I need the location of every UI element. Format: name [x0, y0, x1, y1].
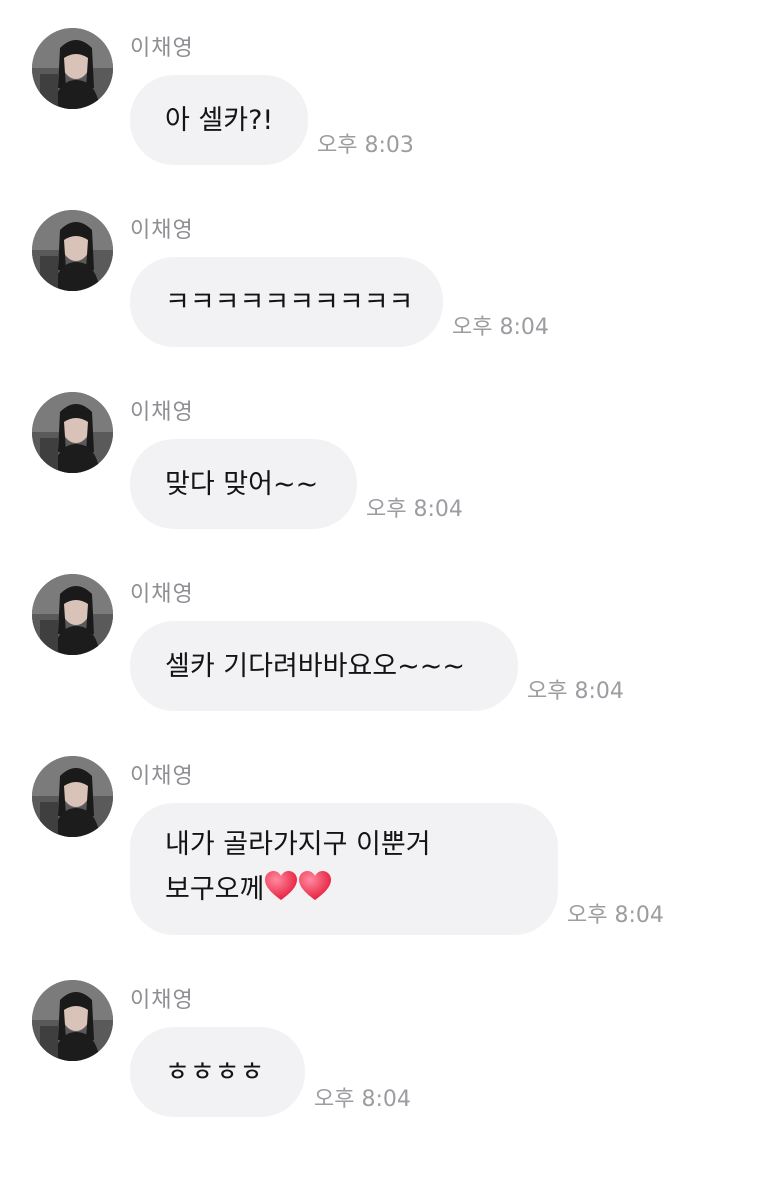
- message-bubble[interactable]: 맞다 맞어~~: [130, 439, 357, 529]
- message-text: 내가 골라가지구 이뿐거: [165, 829, 431, 860]
- message-timestamp: 오후 8:04: [452, 315, 549, 340]
- message-text: ㅋㅋㅋㅋㅋㅋㅋㅋㅋㅋ: [165, 286, 414, 318]
- message-bubble[interactable]: ㅋㅋㅋㅋㅋㅋㅋㅋㅋㅋ: [130, 257, 443, 347]
- heart-icon: [264, 870, 298, 916]
- sender-name: 이채영: [130, 582, 194, 607]
- message-text: 아 셀카?!: [165, 104, 274, 136]
- sender-name: 이채영: [130, 988, 194, 1013]
- avatar[interactable]: [32, 28, 113, 109]
- message-text: ㅎㅎㅎㅎ: [165, 1056, 265, 1088]
- message-text: 맞다 맞어~~: [165, 468, 319, 500]
- sender-name: 이채영: [130, 764, 194, 789]
- message-bubble[interactable]: 내가 골라가지구 이뿐거 보구오께: [130, 803, 558, 935]
- message-timestamp: 오후 8:04: [567, 903, 664, 928]
- sender-name: 이채영: [130, 36, 194, 61]
- sender-name: 이채영: [130, 400, 194, 425]
- message-text: 셀카 기다려바바요오~~~: [165, 650, 466, 682]
- message-text-line-2: 보구오께: [165, 867, 523, 916]
- message-timestamp: 오후 8:04: [314, 1087, 411, 1112]
- message-text: 보구오께: [165, 874, 265, 905]
- avatar[interactable]: [32, 392, 113, 473]
- message-bubble[interactable]: ㅎㅎㅎㅎ: [130, 1027, 305, 1117]
- message-timestamp: 오후 8:04: [527, 679, 624, 704]
- message-bubble[interactable]: 셀카 기다려바바요오~~~: [130, 621, 518, 711]
- avatar[interactable]: [32, 210, 113, 291]
- sender-name: 이채영: [130, 218, 194, 243]
- avatar[interactable]: [32, 756, 113, 837]
- heart-icon: [298, 870, 332, 916]
- avatar[interactable]: [32, 980, 113, 1061]
- message-bubble[interactable]: 아 셀카?!: [130, 75, 308, 165]
- message-timestamp: 오후 8:04: [366, 497, 463, 522]
- avatar[interactable]: [32, 574, 113, 655]
- message-timestamp: 오후 8:03: [317, 133, 414, 158]
